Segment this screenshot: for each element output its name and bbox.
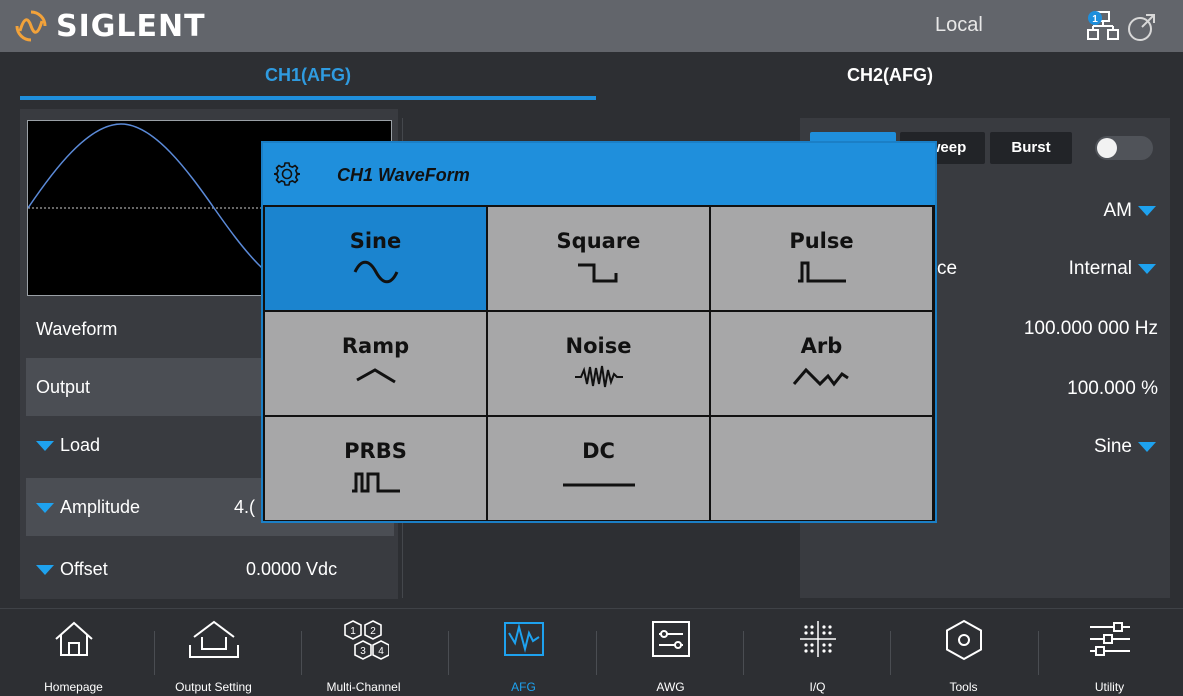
brand-name: SIGLENT [56,8,206,44]
nav-divider [448,631,449,675]
option-label: DC [582,439,615,463]
dropdown-arrow-icon [1138,441,1156,452]
nav-label: Output Setting [175,680,252,694]
arb-icon [792,367,849,387]
nav-label: Homepage [44,680,103,694]
dropdown-arrow-icon [36,502,54,513]
home-icon [54,621,93,656]
afg-icon [503,622,544,656]
svg-text:4: 4 [378,646,384,657]
nav-iq[interactable]: I/Q [744,609,891,696]
nav-label: AWG [656,680,685,694]
waveform-option-empty [711,417,932,520]
channel-tabs: CH1(AFG) CH2(AFG) [0,52,1183,107]
tab-ch1[interactable]: CH1(AFG) [20,52,596,102]
waveform-option-ramp[interactable]: Ramp [265,312,486,415]
source-label: ce [937,258,958,279]
nav-tools[interactable]: Tools [890,609,1037,696]
source-select[interactable]: Internal [1000,258,1156,280]
dc-icon [562,483,635,487]
brand-logo: SIGLENT [14,6,206,46]
dialog-title: CH1 WaveForm [337,165,470,185]
nav-label: Multi-Channel [326,680,401,694]
mod-frequency-value[interactable]: 100.000 000 Hz [940,318,1158,340]
svg-text:2: 2 [370,626,376,637]
param-value: 0.0000 Vdc [246,558,338,579]
tab-ch1-indicator [20,96,596,100]
waveform-option-arb[interactable]: Arb [711,312,932,415]
mod-shape-select[interactable]: Sine [1000,436,1156,458]
nav-homepage[interactable]: Homepage [0,609,147,696]
dropdown-arrow-icon [1138,205,1156,216]
param-label: Offset [60,558,108,579]
param-label: Output [36,376,91,397]
ramp-icon [355,368,396,384]
waveform-option-dc[interactable]: DC [488,417,709,520]
iq-icon [799,621,836,657]
square-wave-icon [577,263,617,283]
svg-text:3: 3 [360,646,366,657]
option-label: Ramp [341,334,410,358]
dropdown-arrow-icon [1138,263,1156,274]
option-label: Arb [800,334,843,358]
network-badge: 1 [1092,14,1098,25]
dropdown-arrow-icon [36,564,54,575]
nav-label: Utility [1094,680,1125,694]
nav-output-setting[interactable]: Output Setting [140,609,287,696]
svg-text:1: 1 [350,626,356,637]
param-label: Waveform [36,318,118,339]
sine-icon [353,260,398,284]
nav-label: AFG [511,680,536,694]
nav-multi-channel[interactable]: 1 2 3 4 Multi-Channel [290,609,437,696]
mod-shape-value: Sine [1093,436,1132,457]
awg-icon [651,621,690,657]
top-bar: SIGLENT Local 1 [0,0,1183,52]
option-label: Sine [349,229,402,253]
remote-status: Local [935,14,983,36]
nav-utility[interactable]: Utility [1036,609,1183,696]
gear-icon [274,162,300,186]
waveform-option-sine[interactable]: Sine [265,207,486,310]
option-label: Square [556,229,641,253]
param-value: 4.( [234,496,256,517]
nav-awg[interactable]: AWG [597,609,744,696]
option-label: Pulse [789,229,854,253]
dropdown-arrow-icon [36,440,54,451]
tab-ch2[interactable]: CH2(AFG) [600,52,1180,102]
waveform-option-pulse[interactable]: Pulse [711,207,932,310]
network-icon[interactable]: 1 [1087,10,1119,47]
waveform-option-square[interactable]: Square [488,207,709,310]
param-row-offset[interactable]: Offset 0.0000 Vdc [26,540,394,598]
tools-icon [945,619,982,661]
toggle-knob [1097,138,1117,158]
external-arrow-icon[interactable] [1127,12,1157,47]
waveform-grid: Sine Square Pulse Ramp Noise Arb PRBS DC [263,205,935,521]
mode-burst-button[interactable]: Burst [990,132,1072,164]
pulse-icon [797,261,846,283]
option-label: PRBS [344,439,407,463]
utility-icon [1089,622,1130,656]
mod-type-select[interactable]: AM [1000,200,1156,222]
param-label: Amplitude [60,496,141,517]
siglent-logo-icon [15,10,47,42]
noise-icon [574,365,623,388]
waveform-option-noise[interactable]: Noise [488,312,709,415]
param-label: Load [60,434,101,455]
waveform-option-prbs[interactable]: PRBS [265,417,486,520]
prbs-icon [351,472,400,493]
mod-type-value: AM [1103,200,1133,221]
multi-channel-icon: 1 2 3 4 [343,620,389,660]
waveform-dialog: CH1 WaveForm Sine Square Pulse Ramp Nois… [261,141,937,523]
output-setting-icon [188,620,239,658]
option-label: Noise [565,334,632,358]
nav-label: Tools [949,680,978,694]
dialog-header: CH1 WaveForm [263,143,935,205]
nav-afg[interactable]: AFG [450,609,597,696]
source-value: Internal [1068,258,1132,279]
mod-depth-value[interactable]: 100.000 % [940,378,1158,400]
mode-enable-toggle[interactable] [1095,136,1153,160]
nav-label: I/Q [809,680,826,694]
bottom-nav: Homepage Output Setting 1 2 3 4 Multi-Ch… [0,608,1183,696]
